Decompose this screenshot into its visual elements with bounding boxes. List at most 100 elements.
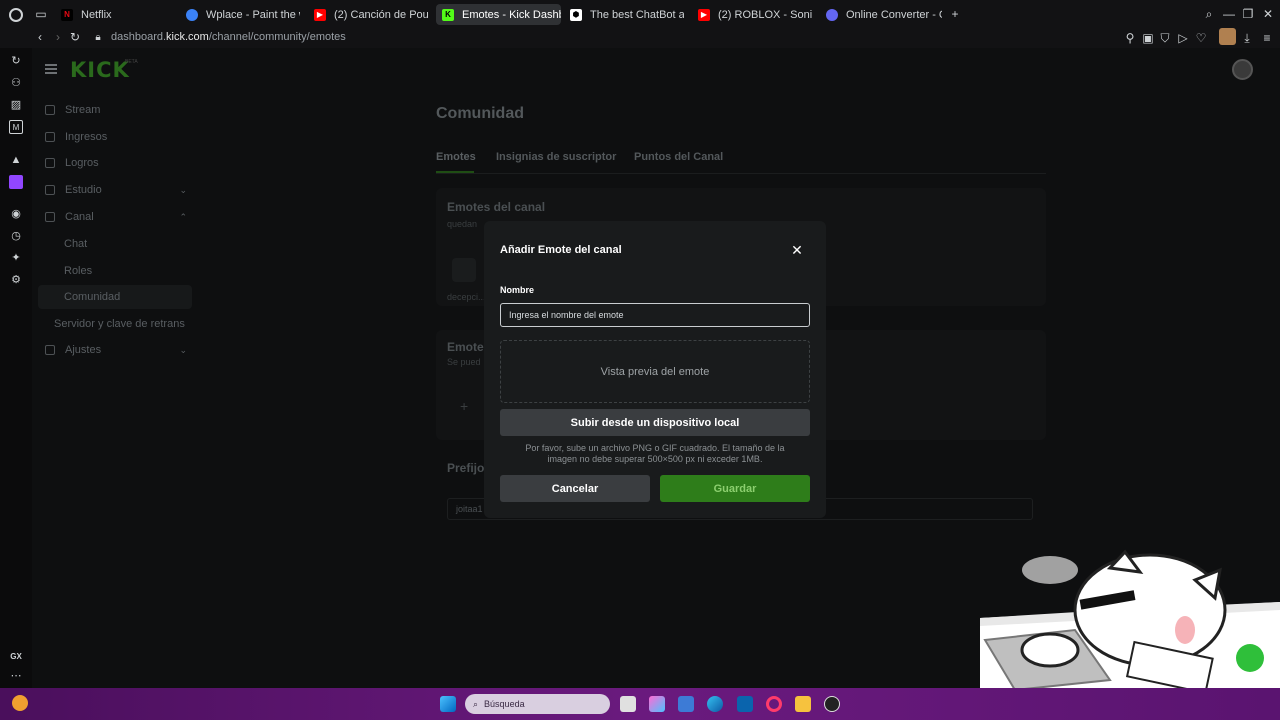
minimize-icon[interactable]: — [1222,7,1236,21]
globe-icon [186,8,198,21]
url-field[interactable]: dashboard.kick.com/channel/community/emo… [111,31,346,43]
cancel-button[interactable]: Cancelar [500,475,650,502]
youtube-icon: ▶ [314,8,326,21]
close-icon[interactable]: ✕ [790,243,804,257]
file-explorer-icon[interactable] [795,696,811,712]
tab-chatbot[interactable]: ⬢ The best ChatBot and Wi [564,4,684,25]
nav-servidor[interactable]: Servidor y clave de retrans [54,318,185,330]
upload-local-button[interactable]: Subir desde un dispositivo local [500,409,810,436]
task-view-icon[interactable] [620,696,636,712]
url-domain: kick.com [166,31,209,43]
extensions-icon[interactable]: ✦ [9,251,23,265]
close-window-icon[interactable]: ✕ [1261,7,1275,21]
nav-ajustes[interactable]: Ajustes ⌄ [38,338,192,362]
tab-emotes[interactable]: Emotes [436,151,476,163]
browser-tab-bar: ▭ N Netflix Wplace - Paint the world ▶ (… [0,0,1280,28]
twitch-icon[interactable] [9,175,23,189]
snapshot-icon[interactable]: ▣ [1141,31,1155,45]
shield-icon[interactable]: ⛉ [1158,31,1172,45]
tab-label: Emotes - Kick Dashboard [462,8,561,21]
stream-icon [45,105,55,115]
player-icon[interactable]: ◉ [9,207,23,221]
settings-icon[interactable]: ⚙ [9,273,23,287]
tab-pou[interactable]: ▶ (2) Canción de Pou (1 hor [308,4,428,25]
m-app-icon[interactable]: M [9,120,23,134]
tab-overview-icon[interactable]: ▭ [34,7,48,21]
forward-icon[interactable]: › [51,30,65,44]
kick-icon: K [442,8,454,21]
taskbar-search[interactable]: ⌕ Búsqueda [465,694,610,714]
reload-icon[interactable]: ↻ [68,30,82,44]
save-button[interactable]: Guardar [660,475,810,502]
outlook-icon[interactable] [737,696,753,712]
nav-label: Estudio [65,184,102,196]
beta-label: BETA [125,59,138,65]
chevron-down-icon: ⌄ [179,185,187,195]
opera-gx-icon[interactable] [766,696,782,712]
pin-icon[interactable]: ⚲ [1123,31,1137,45]
gx-icon[interactable]: GX [9,650,23,664]
heart-icon[interactable]: ♡ [1194,31,1208,45]
nav-label: Logros [65,157,99,169]
back-icon[interactable]: ‹ [33,30,47,44]
emote-name-input[interactable] [500,303,810,327]
nav-sub-roles[interactable]: Roles [64,265,92,277]
revenue-icon [45,132,55,142]
profile-avatar[interactable] [1219,28,1236,45]
tab-converter[interactable]: Online Converter - Conve [820,4,942,25]
play-icon[interactable]: ▷ [1176,31,1190,45]
user-avatar[interactable] [1232,59,1253,80]
emote-name: decepci... [447,292,486,302]
url-prefix: dashboard. [111,31,167,43]
menu-icon[interactable]: ≡ [1260,31,1274,45]
chevron-down-icon: ⌄ [179,345,187,355]
nav-estudio[interactable]: Estudio ⌄ [38,178,192,202]
clock-icon[interactable]: ◷ [9,229,23,243]
tab-puntos[interactable]: Puntos del Canal [634,151,723,163]
nav-logros[interactable]: Logros [38,151,192,175]
windows-start-icon[interactable] [440,696,456,712]
tab-insignias[interactable]: Insignias de suscriptor [496,151,616,163]
url-path: /channel/community/emotes [208,31,346,43]
nav-label: Stream [65,104,101,116]
tab-netflix[interactable]: N Netflix [55,4,175,25]
restore-icon[interactable]: ❐ [1241,7,1255,21]
tab-wplace[interactable]: Wplace - Paint the world [180,4,300,25]
download-icon[interactable]: ⤓ [1240,31,1254,45]
tab-roblox[interactable]: ▶ (2) ROBLOX - Sonic Save [692,4,812,25]
preview-text: Vista previa del emote [600,365,710,378]
search-icon[interactable]: ⌕ [1202,7,1216,21]
opera-logo-icon[interactable] [9,8,23,22]
modal-title: Añadir Emote del canal [500,244,622,256]
converter-icon [826,8,838,21]
add-emote-icon[interactable]: + [460,398,468,414]
nav-stream[interactable]: Stream [38,98,192,122]
edge-icon[interactable] [707,696,723,712]
gear-icon [45,345,55,355]
nav-sub-chat[interactable]: Chat [64,238,87,250]
card-title: Emote [447,340,484,354]
studio-icon [45,185,55,195]
calculator-icon[interactable] [678,696,694,712]
nav-canal[interactable]: Canal ⌃ [38,205,192,229]
netflix-icon: N [61,8,73,21]
add-emote-modal: Añadir Emote del canal ✕ Nombre Vista pr… [484,221,826,518]
aria-icon[interactable]: ⚇ [9,76,23,90]
new-tab-icon[interactable]: + [948,7,962,21]
nav-ingresos[interactable]: Ingresos [38,125,192,149]
emote-thumbnail[interactable] [452,258,476,282]
nav-label: Canal [65,211,94,223]
arc-icon[interactable]: ▲ [9,153,23,167]
tab-kick-dashboard[interactable]: K Emotes - Kick Dashboard [436,4,561,25]
history-icon[interactable]: ↻ [9,54,23,68]
copilot-icon[interactable] [649,696,665,712]
nav-sub-comunidad[interactable]: Comunidad [38,285,192,309]
youtube-icon: ▶ [698,8,710,21]
lock-icon: 🔒︎ [95,32,101,43]
kick-logo[interactable]: KICK [70,58,130,82]
more-icon[interactable]: ⋯ [9,669,23,683]
weather-icon[interactable] [12,695,28,711]
obs-icon[interactable] [824,696,840,712]
gallery-icon[interactable]: ▨ [9,98,23,112]
hamburger-icon[interactable] [45,64,57,74]
